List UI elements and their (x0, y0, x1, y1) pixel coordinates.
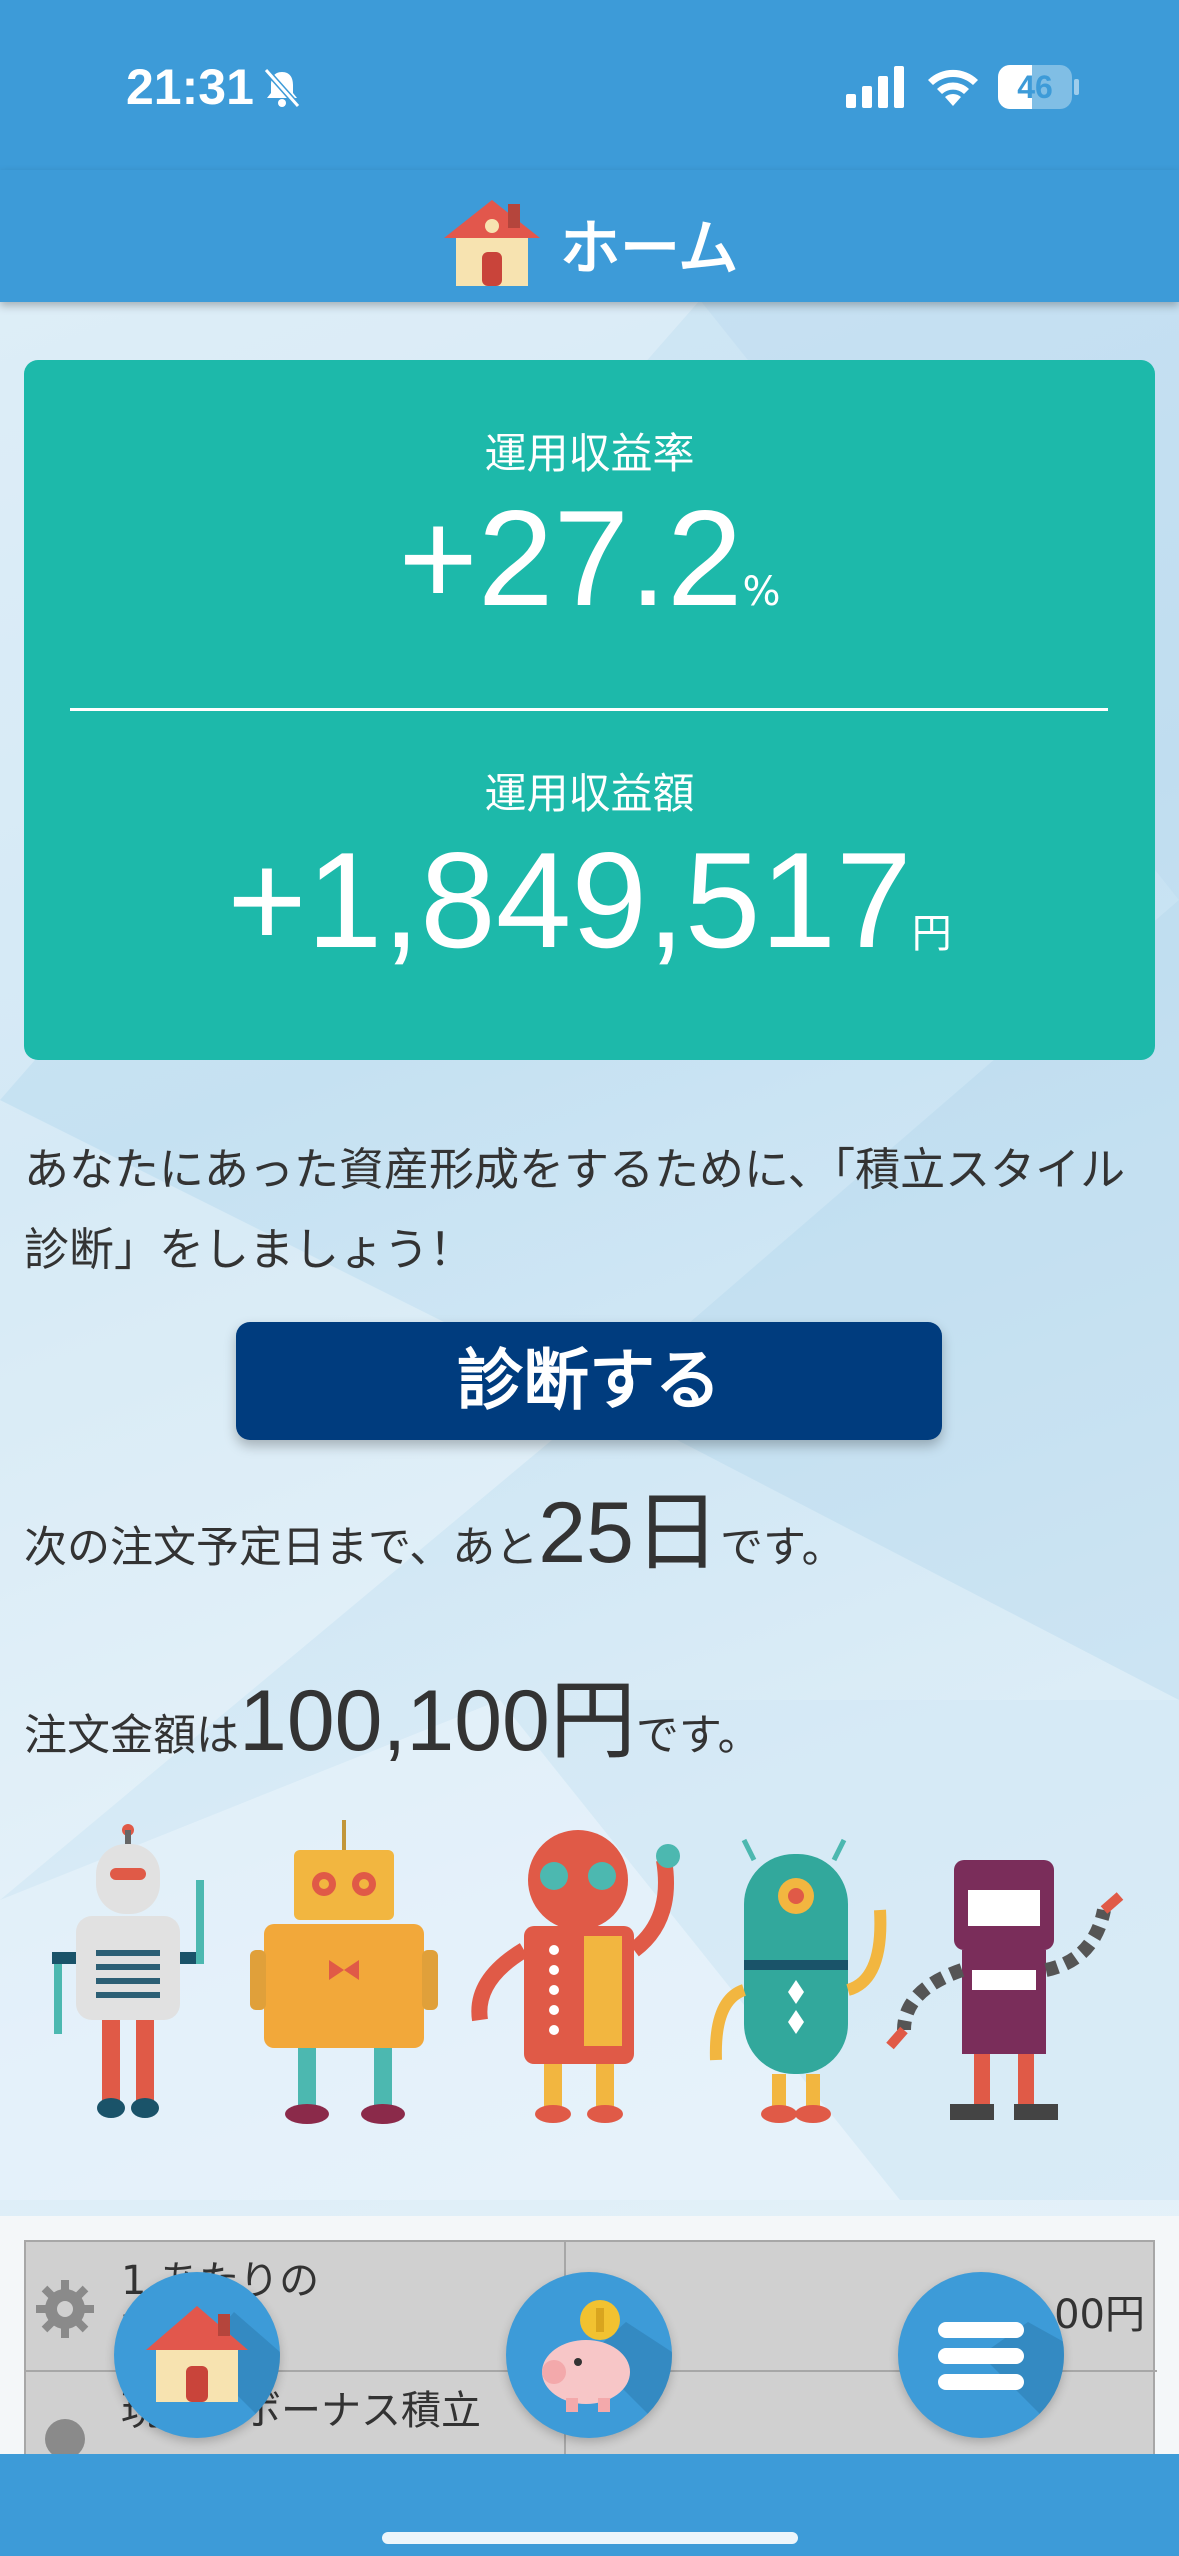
gear-icon (36, 2280, 94, 2338)
next-order-prefix: 次の注文予定日まで、あと (24, 1523, 539, 1573)
profit-summary-card: 運用収益率 +27.2% 運用収益額 +1,849,517円 (24, 360, 1155, 1060)
battery-indicator: 46 (998, 65, 1079, 109)
order-amount-prefix: 注文金額は (24, 1711, 239, 1761)
menu-nav-button[interactable] (898, 2272, 1064, 2438)
table-cell-label: 1 あたりの 額(概算) (26, 2242, 566, 2372)
return-amount-label: 運用収益額 (484, 769, 695, 818)
order-amount-value: 100,100円 (239, 1673, 636, 1769)
order-amount-info: 注文金額は100,100円です。 (24, 1650, 761, 1775)
return-rate-label: 運用収益率 (484, 429, 695, 478)
app-header: ホーム (0, 170, 1179, 302)
next-order-suffix: です。 (719, 1523, 845, 1573)
robot-purple (886, 1860, 1124, 2120)
status-time: 21:31 (126, 59, 254, 115)
diagnose-button[interactable]: 診断する (236, 1322, 942, 1440)
piggy-bank-icon (542, 2300, 672, 2438)
battery-percent: 46 (1017, 69, 1053, 105)
home-nav-button[interactable] (114, 2272, 280, 2438)
home-indicator[interactable] (382, 2532, 798, 2544)
house-icon (444, 200, 540, 286)
wifi-icon (928, 69, 978, 106)
next-order-days: 25日 (538, 1485, 720, 1581)
hamburger-menu-icon (938, 2322, 1064, 2438)
robot-grey (52, 1824, 204, 2118)
return-amount-value: +1,849,517 (227, 824, 912, 976)
robot-red (471, 1830, 680, 2123)
return-rate-row: +27.2% (24, 480, 1155, 636)
return-rate-unit: % (742, 569, 781, 615)
next-order-info: 次の注文予定日まで、あと25日です。 (24, 1462, 845, 1587)
robot-teal (709, 1838, 887, 2123)
table-row-value: 00円 (1054, 2292, 1145, 2338)
diagnosis-promo-text: あなたにあった資産形成をするために、「積立スタイル診断」をしましょう！ (24, 1143, 1126, 1276)
bell-muted-icon (263, 68, 301, 108)
savings-nav-button[interactable] (506, 2272, 672, 2438)
return-amount-row: +1,849,517円 (24, 822, 1155, 978)
robots-illustration (52, 1820, 1124, 2124)
card-divider (70, 708, 1108, 711)
status-bar: 21:31 46 (0, 0, 1179, 170)
house-icon (146, 2306, 280, 2438)
return-amount-unit: 円 (911, 911, 952, 957)
order-amount-suffix: です。 (635, 1711, 761, 1761)
cellular-signal-icon (846, 66, 904, 108)
return-rate-value: +27.2 (398, 482, 743, 634)
page-title: ホーム (560, 214, 739, 284)
robot-orange (250, 1820, 438, 2124)
